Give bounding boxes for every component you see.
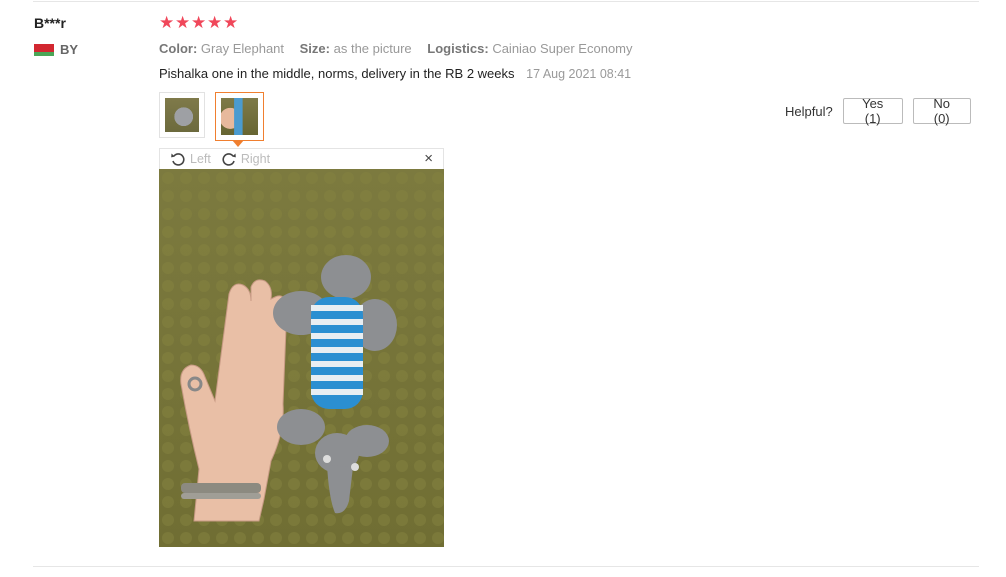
star-icon: ★ (191, 13, 207, 32)
bottom-divider (33, 566, 979, 567)
selected-thumbnail-caret (232, 140, 244, 147)
star-icon: ★ (207, 13, 223, 32)
rotate-left-button[interactable]: Left (170, 151, 211, 167)
thumbnail-image (165, 98, 199, 132)
attribute-key: Size: (299, 41, 330, 56)
star-icon: ★ (159, 13, 175, 32)
rotate-left-label: Left (190, 152, 211, 166)
helpful-label: Helpful? (785, 103, 833, 119)
rating-stars: ★ ★ ★ ★ ★ (159, 13, 239, 32)
belarus-flag-icon (34, 43, 54, 56)
rotate-right-label: Right (240, 152, 271, 166)
attribute-color: Color: Gray Elephant (159, 41, 288, 56)
attribute-key: Logistics: (427, 41, 489, 56)
review-date: 17 Aug 2021 08:41 (526, 67, 632, 81)
helpful-yes-button[interactable]: Yes (1) (842, 96, 903, 126)
close-icon[interactable]: × (424, 150, 433, 167)
country-code: BY (60, 42, 79, 57)
attribute-value: Gray Elephant (200, 41, 285, 56)
review-photo-thumbnail[interactable] (159, 92, 205, 138)
star-icon: ★ (175, 13, 191, 32)
image-viewer-toolbar: Left Right × (159, 148, 444, 169)
attribute-logistics: Logistics: Cainiao Super Economy (427, 41, 632, 56)
feedback-text: Pishalka one in the middle, norms, deliv… (159, 66, 515, 81)
attribute-value: Cainiao Super Economy (492, 41, 633, 56)
rotate-left-icon (170, 151, 186, 167)
thumbnail-image (221, 98, 258, 135)
reviewer-country: BY (34, 42, 78, 57)
helpful-no-button[interactable]: No (0) (912, 96, 971, 126)
helpful-votes: Helpful? Yes (1) No (0) (785, 96, 971, 126)
elephant-toy-photo (159, 169, 444, 547)
attribute-size: Size: as the picture (300, 41, 416, 56)
reviewer-name: B***r (34, 15, 66, 31)
review-text: Pishalka one in the middle, norms, deliv… (159, 66, 631, 81)
order-attributes: Color: Gray Elephant Size: as the pictur… (159, 41, 645, 56)
rotate-right-button[interactable]: Right (221, 151, 270, 167)
attribute-key: Color: (159, 41, 198, 56)
star-icon: ★ (223, 13, 239, 32)
attribute-value: as the picture (333, 41, 412, 56)
review-photo-enlarged (159, 169, 444, 547)
top-divider (33, 1, 979, 2)
review-photo-thumbnail-selected[interactable] (215, 92, 264, 141)
rotate-right-icon (221, 151, 237, 167)
